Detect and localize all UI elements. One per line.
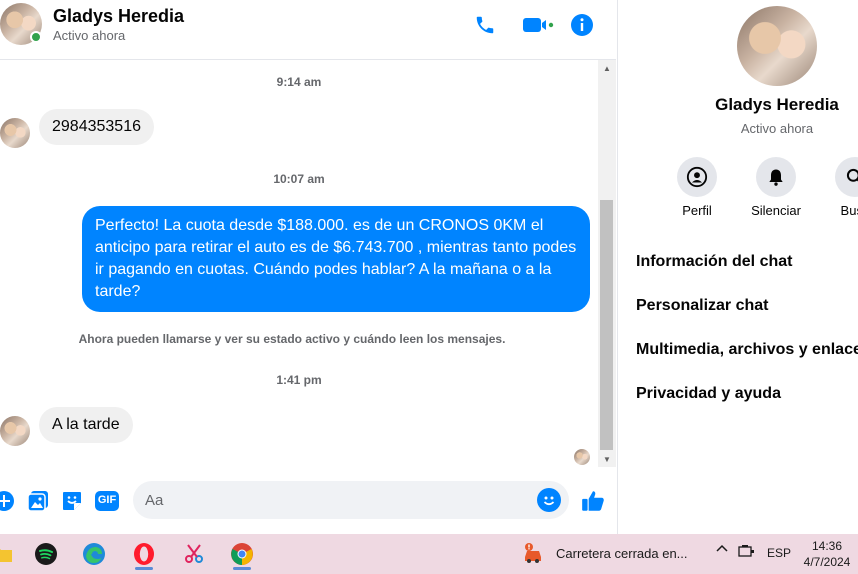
mute-action-label: Silenciar xyxy=(751,203,801,218)
scissors-icon xyxy=(185,544,203,563)
user-profile-icon xyxy=(686,166,708,188)
image-icon xyxy=(27,491,48,512)
message-list[interactable]: 9:14 am 2984353516 10:07 am Perfecto! La… xyxy=(0,60,598,467)
timestamp: 9:14 am xyxy=(276,75,322,89)
smiley-icon xyxy=(543,496,555,506)
chrome-browser-icon xyxy=(231,543,253,565)
menu-chat-info[interactable]: Información del chat xyxy=(636,253,792,271)
video-call-button[interactable] xyxy=(522,12,554,38)
like-button[interactable] xyxy=(580,487,606,515)
profile-action-label: Perfil xyxy=(682,203,712,218)
timestamp: 1:41 pm xyxy=(276,373,322,387)
conversation-info-button[interactable] xyxy=(569,12,595,38)
taskbar-spotify[interactable] xyxy=(28,538,64,570)
spotify-icon xyxy=(35,543,57,565)
sticker-button[interactable] xyxy=(60,489,84,513)
audio-call-button[interactable] xyxy=(472,12,498,38)
search-action-button[interactable]: Busc xyxy=(815,157,858,218)
scroll-down-arrow-icon[interactable]: ▼ xyxy=(598,451,616,467)
profile-name: Gladys Heredia xyxy=(715,95,839,114)
windows-taskbar: Carretera cerrada en... ESP 14:36 4/7/20… xyxy=(0,534,858,574)
search-action-label: Busc xyxy=(840,203,858,218)
message-input[interactable] xyxy=(145,481,525,519)
taskbar-news-widget[interactable]: Carretera cerrada en... xyxy=(522,542,688,564)
info-icon xyxy=(571,14,593,36)
clock-time: 14:36 xyxy=(811,539,843,553)
search-icon xyxy=(846,168,858,182)
news-widget-text: Carretera cerrada en... xyxy=(556,545,688,561)
video-camera-icon xyxy=(523,18,554,32)
profile-action-button[interactable]: Perfil xyxy=(657,157,737,218)
chat-header: Gladys Heredia Activo ahora xyxy=(0,0,616,60)
sender-avatar[interactable] xyxy=(0,416,30,446)
message-bubble-incoming[interactable]: A la tarde xyxy=(39,407,133,443)
clock-date: 4/7/2024 xyxy=(803,555,851,569)
car-alert-icon xyxy=(525,543,541,563)
scroll-up-arrow-icon[interactable]: ▲ xyxy=(598,60,616,76)
attach-image-button[interactable] xyxy=(26,489,50,513)
timestamp: 10:07 am xyxy=(273,172,325,186)
mute-action-button[interactable]: Silenciar xyxy=(736,157,816,218)
activity-notice: Ahora pueden llamarse y ver su estado ac… xyxy=(78,332,506,346)
message-bubble-incoming[interactable]: 2984353516 xyxy=(39,109,154,145)
conversation-details-panel: Gladys Heredia Activo ahora Perfil Silen… xyxy=(617,0,858,534)
network-button[interactable] xyxy=(738,544,756,561)
taskbar-file-explorer[interactable] xyxy=(0,538,20,570)
chevron-up-icon xyxy=(716,544,728,552)
taskbar-snipping-tool[interactable] xyxy=(176,538,212,570)
profile-status: Activo ahora xyxy=(740,121,814,136)
taskbar-chrome[interactable] xyxy=(224,538,260,570)
profile-photo[interactable] xyxy=(737,6,817,86)
plus-circle-icon xyxy=(0,491,14,511)
network-icon xyxy=(738,545,754,557)
show-hidden-icons-button[interactable] xyxy=(716,543,728,558)
bell-icon xyxy=(769,169,783,186)
taskbar-edge[interactable] xyxy=(76,538,112,570)
folder-icon xyxy=(0,549,12,562)
contact-status: Activo ahora xyxy=(53,28,126,43)
language-indicator[interactable]: ESP xyxy=(767,546,791,560)
online-indicator xyxy=(30,31,42,43)
more-actions-button[interactable] xyxy=(0,489,16,513)
message-bubble-outgoing[interactable]: Perfecto! La cuota desde $188.000. es de… xyxy=(82,206,590,312)
menu-customize-chat[interactable]: Personalizar chat xyxy=(636,297,769,315)
opera-browser-icon xyxy=(134,543,154,565)
phone-icon xyxy=(476,16,494,34)
edge-browser-icon xyxy=(83,543,105,565)
menu-privacy-support[interactable]: Privacidad y ayuda xyxy=(636,385,781,403)
scrollbar-thumb[interactable] xyxy=(600,200,613,450)
message-composer: GIF xyxy=(0,467,616,534)
sticker-icon xyxy=(63,492,81,510)
gif-button[interactable]: GIF xyxy=(94,489,120,513)
gif-label: GIF xyxy=(97,494,117,506)
thumbs-up-icon xyxy=(582,491,604,511)
menu-media-files-links[interactable]: Multimedia, archivos y enlace xyxy=(636,341,858,359)
emoji-button[interactable] xyxy=(537,488,561,512)
chat-scrollbar[interactable]: ▲ ▼ xyxy=(598,60,616,467)
system-clock[interactable]: 14:36 4/7/2024 xyxy=(800,538,854,570)
contact-name[interactable]: Gladys Heredia xyxy=(53,6,184,27)
taskbar-opera[interactable] xyxy=(126,538,162,570)
sender-avatar[interactable] xyxy=(0,118,30,148)
seen-indicator-avatar xyxy=(574,449,590,465)
message-input-box xyxy=(133,481,569,519)
